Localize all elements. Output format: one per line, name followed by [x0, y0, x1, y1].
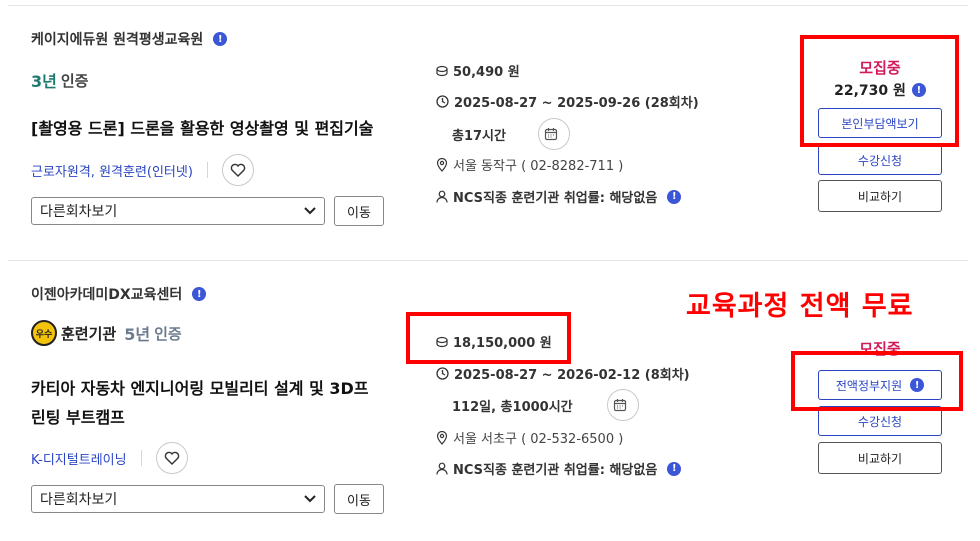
annotation-box-price: [406, 312, 571, 364]
calendar-icon[interactable]: [606, 389, 639, 421]
move-button[interactable]: 이동: [334, 484, 384, 514]
annotation-box-support: [791, 351, 963, 411]
other-session-select[interactable]: 다른회차보기: [31, 485, 325, 513]
compare-button[interactable]: 비교하기: [818, 442, 942, 474]
tag-text: K-디지털트레이닝: [31, 452, 127, 468]
enroll-button[interactable]: 수강신청: [818, 145, 942, 175]
chevron-down-icon: [304, 203, 316, 219]
cert-years: 3년: [31, 72, 57, 91]
location-pin-icon: [436, 430, 448, 445]
excellent-badge: 우수: [31, 320, 57, 346]
move-button[interactable]: 이동: [334, 196, 384, 226]
location: 서울 서초구 ( 02-532-6500 ): [436, 428, 623, 447]
provider-name[interactable]: 이젠아카데미DX교육센터 !: [31, 284, 207, 304]
clock-icon: [436, 367, 449, 380]
ncs-employment: NCS직종 훈련기관 취업률: 해당없음 !: [436, 459, 682, 478]
location: 서울 동작구 ( 02-8282-711 ): [436, 155, 623, 174]
certification: 우수 훈련기관 5년 인증: [31, 320, 182, 346]
cert-label: 인증: [60, 71, 89, 90]
annotation-box: [800, 35, 959, 147]
compare-button[interactable]: 비교하기: [818, 180, 942, 212]
period: 2025-08-27 ~ 2026-02-12 (8회차): [436, 364, 690, 383]
info-icon[interactable]: !: [213, 32, 228, 46]
section-divider: [8, 260, 968, 261]
chevron-down-icon: [304, 491, 316, 507]
annotation-text: 교육과정 전액 무료: [686, 291, 914, 322]
info-icon[interactable]: !: [192, 287, 207, 301]
clock-icon: [436, 95, 449, 108]
person-icon: [436, 190, 448, 203]
total-hours: 총17시간: [452, 118, 570, 150]
ncs-employment: NCS직종 훈련기관 취업률: 해당없음 !: [436, 187, 682, 206]
calendar-icon[interactable]: [537, 118, 570, 150]
period: 2025-08-27 ~ 2025-09-26 (28회차): [436, 92, 699, 111]
info-icon[interactable]: !: [667, 189, 682, 204]
location-pin-icon: [436, 157, 448, 172]
course-title[interactable]: [촬영용 드론] 드론을 활용한 영상촬영 및 편집기술: [31, 114, 411, 143]
heart-icon[interactable]: [155, 442, 188, 474]
cert-label: 인증: [154, 324, 182, 343]
heart-icon[interactable]: [221, 154, 254, 186]
badge-text: 훈련기관: [61, 324, 117, 343]
cert-years: 5년: [124, 325, 151, 344]
course-tags: K-디지털트레이닝: [31, 442, 188, 474]
coin-icon: [436, 65, 448, 76]
info-icon[interactable]: !: [667, 461, 682, 476]
total-hours: 112일, 총1000시간: [452, 389, 639, 421]
provider-name[interactable]: 케이지에듀원 원격평생교육원 !: [31, 29, 228, 49]
tag-text: 근로자원격, 원격훈련(인터넷): [31, 164, 193, 180]
person-icon: [436, 462, 448, 475]
separator: [206, 162, 208, 178]
certification: 3년 인증: [31, 68, 88, 92]
price: 50,490 원: [436, 61, 520, 80]
top-divider: [8, 5, 968, 6]
separator: [140, 450, 142, 466]
course-title[interactable]: 카티아 자동차 엔지니어링 모빌리티 설계 및 3D프 린팅 부트캠프: [31, 374, 401, 432]
course-tags: 근로자원격, 원격훈련(인터넷): [31, 154, 254, 186]
other-session-select[interactable]: 다른회차보기: [31, 197, 325, 225]
